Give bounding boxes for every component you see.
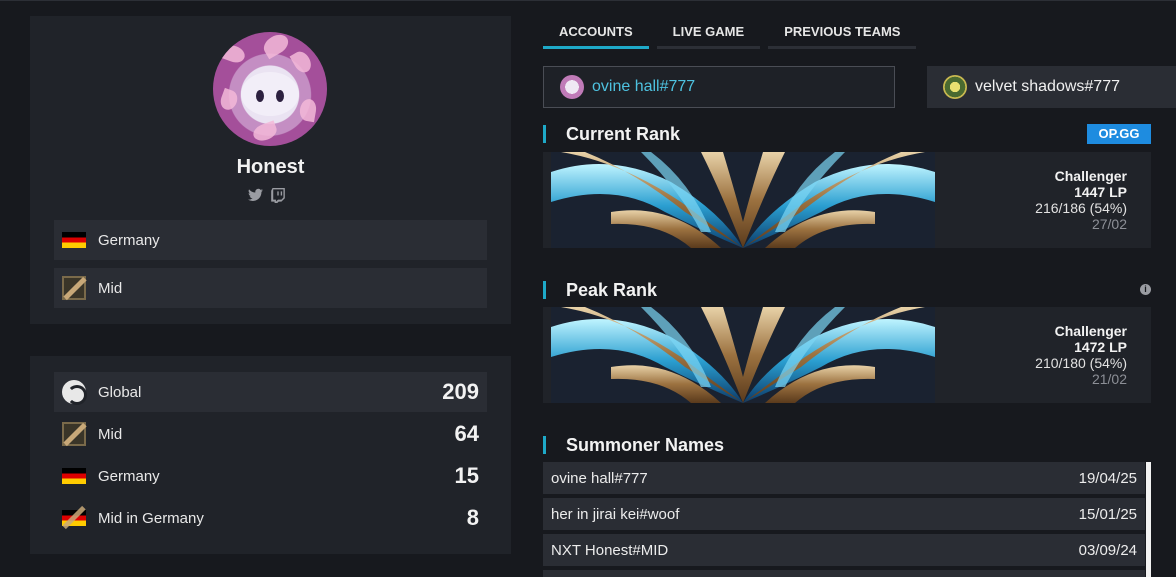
rank-tier: Challenger — [1054, 323, 1127, 339]
summoner-names-scrollbar[interactable] — [1146, 462, 1151, 577]
summoner-name: her in jirai kei#woof — [551, 505, 680, 523]
rank-record: 216/186 (54%) — [1035, 200, 1127, 216]
list-item: NXT Honest#MID 03/09/24 — [543, 534, 1145, 566]
account-avatar-icon — [560, 75, 584, 99]
profile-tabs: ACCOUNTS LIVE GAME PREVIOUS TEAMS — [543, 17, 917, 49]
peak-rank-title: Peak Rank — [543, 281, 657, 299]
rank-date: 27/02 — [1091, 216, 1127, 232]
ranking-row-mid[interactable]: Mid 64 — [54, 414, 487, 454]
tab-live-game[interactable]: LIVE GAME — [656, 17, 761, 49]
opgg-link-button[interactable]: OP.GG — [1087, 124, 1151, 144]
ranking-label: Mid in Germany — [98, 509, 204, 527]
ranking-value: 64 — [454, 421, 479, 446]
tab-previous-teams[interactable]: PREVIOUS TEAMS — [768, 17, 917, 49]
ranking-value: 209 — [442, 379, 479, 404]
mid-role-icon — [62, 276, 86, 300]
account-name: velvet shadows#777 — [975, 78, 1120, 95]
current-rank-details: Challenger 1447 LP 216/186 (54%) 27/02 — [1035, 168, 1127, 232]
ranking-label: Mid — [98, 425, 123, 443]
mid-role-icon — [62, 422, 86, 446]
top-divider — [0, 0, 1176, 1]
country-row: Germany — [54, 220, 487, 260]
challenger-emblem-icon — [551, 152, 935, 248]
globe-icon — [62, 380, 87, 405]
summoner-name-date: 15/01/25 — [1078, 505, 1137, 523]
ranking-row-germany[interactable]: Germany 15 — [54, 456, 487, 496]
social-links — [248, 188, 286, 204]
ranking-row-global[interactable]: Global 209 — [54, 372, 487, 412]
summoner-names-title: Summoner Names — [543, 436, 724, 454]
current-rank-title: Current Rank — [543, 125, 680, 143]
country-label: Germany — [98, 231, 160, 249]
twitch-icon[interactable] — [271, 188, 286, 204]
tab-accounts[interactable]: ACCOUNTS — [543, 17, 649, 49]
rank-lp: 1447 LP — [1074, 184, 1127, 200]
player-profile-card: Honest Germany Mid — [30, 16, 511, 324]
rank-lp: 1472 LP — [1074, 339, 1127, 355]
info-icon[interactable]: i — [1140, 284, 1151, 295]
rank-record: 210/180 (54%) — [1035, 355, 1127, 371]
account-name: ovine hall#777 — [592, 78, 696, 95]
player-avatar — [213, 32, 327, 146]
ranking-label: Germany — [98, 467, 160, 485]
ranking-label: Global — [98, 383, 142, 401]
ranking-value: 15 — [454, 463, 479, 488]
list-item: ovine hall#777 19/04/25 — [543, 462, 1145, 494]
summoner-name-date: 03/09/24 — [1078, 541, 1137, 559]
role-row: Mid — [54, 268, 487, 308]
ranking-value: 8 — [466, 505, 479, 530]
current-rank-card: Challenger 1447 LP 216/186 (54%) 27/02 — [543, 152, 1151, 248]
germany-flag-icon — [62, 468, 86, 484]
list-item: her in jirai kei#woof 15/01/25 — [543, 498, 1145, 530]
germany-flag-icon — [62, 232, 86, 248]
role-label: Mid — [98, 279, 123, 297]
summoner-name-date: 19/04/25 — [1078, 469, 1137, 487]
player-name: Honest — [236, 156, 305, 178]
ranking-row-mid-germany[interactable]: Mid in Germany 8 — [54, 498, 487, 538]
challenger-emblem-icon — [551, 307, 935, 403]
list-item — [543, 570, 1145, 577]
twitter-icon[interactable] — [248, 188, 263, 202]
peak-rank-details: Challenger 1472 LP 210/180 (54%) 21/02 — [1035, 323, 1127, 387]
summoner-name: NXT Honest#MID — [551, 541, 669, 559]
ladder-rankings-card: Global 209 Mid 64 Germany 15 Mid in Germ… — [30, 356, 511, 554]
account-selector-ovine-hall[interactable]: ovine hall#777 — [543, 66, 895, 108]
summoner-name: ovine hall#777 — [551, 469, 648, 487]
rank-date: 21/02 — [1091, 371, 1127, 387]
rank-tier: Challenger — [1054, 168, 1127, 184]
mid-germany-icon — [62, 505, 86, 530]
account-selector-velvet-shadows[interactable]: velvet shadows#777 — [927, 66, 1176, 108]
account-avatar-icon — [943, 75, 967, 99]
peak-rank-card: Challenger 1472 LP 210/180 (54%) 21/02 — [543, 307, 1151, 403]
